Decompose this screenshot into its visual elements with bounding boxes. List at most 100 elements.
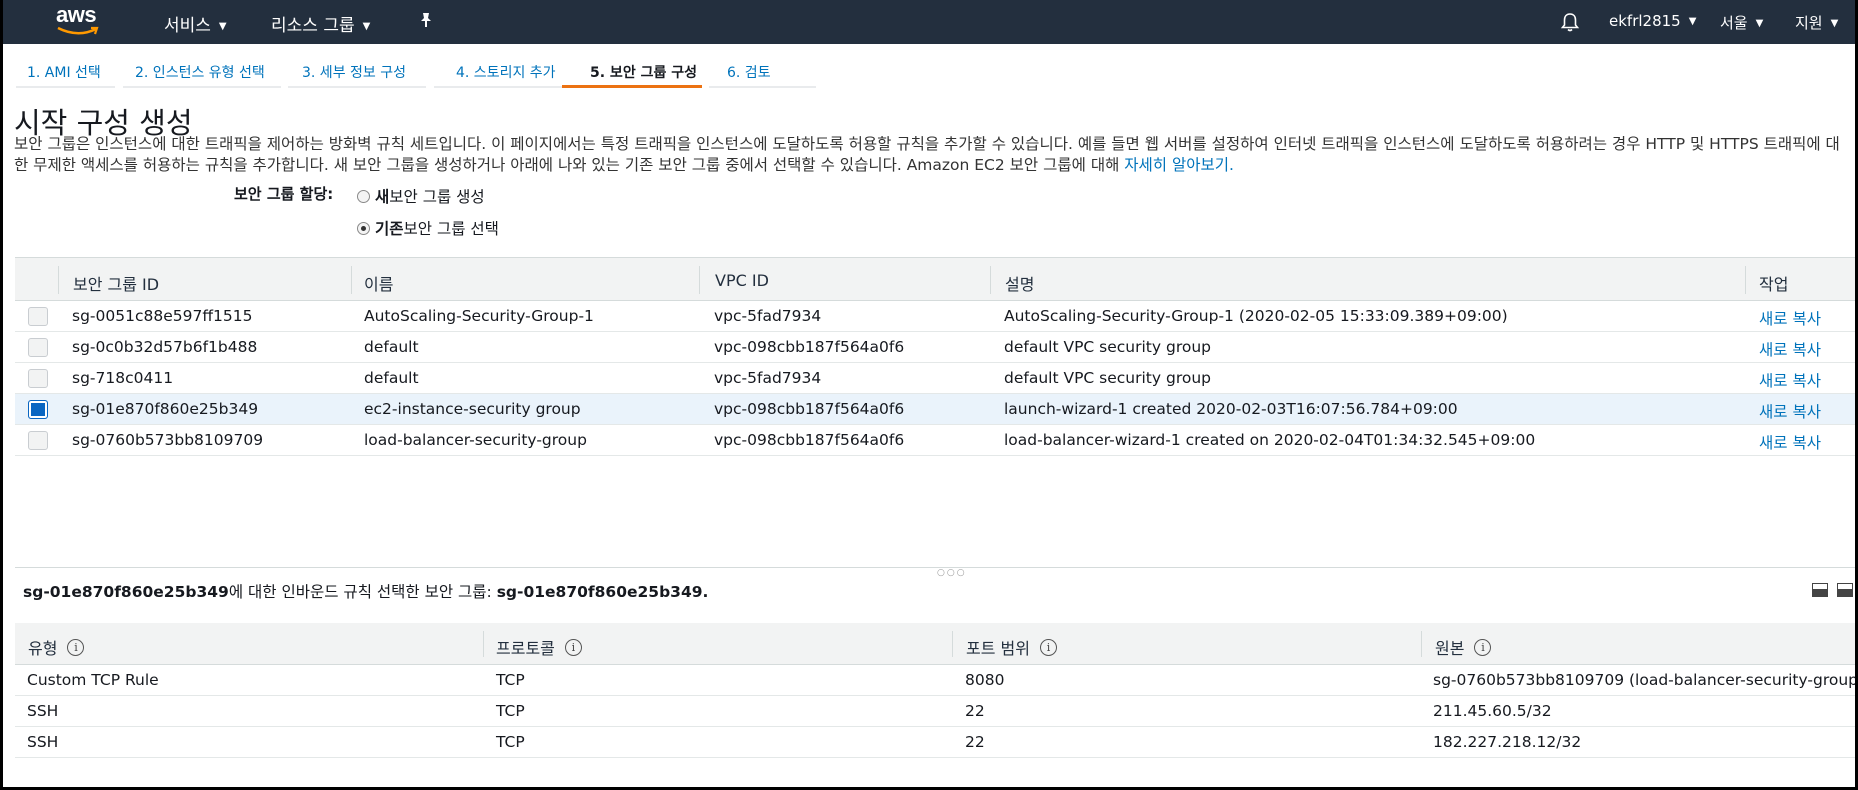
rule-protocol-cell: TCP <box>496 702 525 720</box>
option-new-bold: 새 <box>375 188 390 206</box>
copy-to-new-link[interactable]: 새로 복사 <box>1759 369 1821 391</box>
copy-to-new-link[interactable]: 새로 복사 <box>1759 338 1821 360</box>
chevron-down-icon: ▼ <box>362 21 371 32</box>
panel-splitter[interactable] <box>15 567 1855 568</box>
copy-to-new-link[interactable]: 새로 복사 <box>1759 431 1821 453</box>
description-cell: default VPC security group <box>1004 338 1211 356</box>
chevron-down-icon: ▼ <box>1688 16 1697 27</box>
group-name-cell: default <box>364 338 419 356</box>
rule-port-cell: 22 <box>965 702 985 720</box>
pin-icon[interactable] <box>417 11 435 29</box>
copy-to-new-link[interactable]: 새로 복사 <box>1759 400 1821 422</box>
row-checkbox[interactable] <box>28 338 48 357</box>
inbound-selected-sg-id: sg-01e870f860e25b349. <box>496 583 709 601</box>
aws-logo[interactable]: aws <box>56 4 104 38</box>
resource-groups-label: 리소스 그룹 <box>271 16 355 36</box>
security-groups-table: 보안 그룹 ID 이름 VPC ID 설명 작업 sg-0051c88e597f… <box>15 257 1855 456</box>
group-id-cell: sg-0760b573bb8109709 <box>72 431 264 449</box>
column-divider <box>699 266 700 294</box>
column-header-actions: 작업 <box>1759 275 1789 294</box>
resource-groups-menu[interactable]: 리소스 그룹 ▼ <box>271 11 370 36</box>
support-menu[interactable]: 지원 ▼ <box>1795 12 1838 33</box>
group-name-cell: AutoScaling-Security-Group-1 <box>364 307 594 325</box>
description-text: 보안 그룹은 인스턴스에 대한 트래픽을 제어하는 방화벽 규칙 세트입니다. … <box>14 135 1840 174</box>
aws-logo-text: aws <box>56 2 97 27</box>
rule-port-cell: 8080 <box>965 671 1005 689</box>
inbound-rules-title: sg-01e870f860e25b349에 대한 인바운드 규칙 선택한 보안 … <box>23 580 708 602</box>
minimize-panel-icon[interactable] <box>1812 583 1828 597</box>
column-header-protocol-label: 프로토콜 <box>496 639 555 658</box>
tab-configure-security-group[interactable]: 5. 보안 그룹 구성 <box>562 54 702 88</box>
radio-button-checked[interactable] <box>357 221 370 235</box>
radio-select-existing-security-group[interactable]: 기존 보안 그룹 선택 <box>357 217 499 239</box>
column-header-vpc-id[interactable]: VPC ID <box>715 271 769 290</box>
table-header: 보안 그룹 ID 이름 VPC ID 설명 작업 <box>15 257 1855 301</box>
group-name-cell: load-balancer-security-group <box>364 431 587 449</box>
services-menu[interactable]: 서비스 ▼ <box>164 11 227 36</box>
column-header-description[interactable]: 설명 <box>1005 271 1034 295</box>
info-icon[interactable]: i <box>564 638 582 656</box>
chevron-down-icon: ▼ <box>1755 18 1764 29</box>
row-checkbox-checked[interactable] <box>28 400 48 419</box>
rules-table-header: 유형 i 프로토콜 i 포트 범위 i 원본 i <box>15 623 1855 665</box>
info-icon[interactable]: i <box>1039 638 1057 656</box>
bell-icon[interactable] <box>1559 11 1581 33</box>
table-row-selected[interactable]: sg-01e870f860e25b349 ec2-instance-securi… <box>15 394 1855 425</box>
support-label: 지원 <box>1795 14 1823 32</box>
rule-protocol-cell: TCP <box>496 671 525 689</box>
description-cell: default VPC security group <box>1004 369 1211 387</box>
inbound-middle-text: 에 대한 인바운드 규칙 선택한 보안 그룹: <box>228 583 497 601</box>
maximize-panel-icon[interactable] <box>1837 583 1853 597</box>
description-cell: launch-wizard-1 created 2020-02-03T16:07… <box>1004 400 1458 418</box>
copy-to-new-link[interactable]: 새로 복사 <box>1759 307 1821 329</box>
rule-type-cell: SSH <box>27 702 59 720</box>
tab-review[interactable]: 6. 검토 <box>709 54 816 88</box>
inbound-rules-table: 유형 i 프로토콜 i 포트 범위 i 원본 i Custom TCP Rule TCP… <box>15 623 1858 758</box>
table-row[interactable]: sg-718c0411 default vpc-5fad7934 default… <box>15 363 1855 394</box>
rule-port-cell: 22 <box>965 733 985 751</box>
table-row[interactable]: sg-0760b573bb8109709 load-balancer-secur… <box>15 425 1855 456</box>
drag-handle-icon[interactable]: ○○○ <box>937 568 967 578</box>
rule-source-cell: sg-0760b573bb8109709 (load-balancer-secu… <box>1433 671 1858 689</box>
option-new-label: 보안 그룹 생성 <box>389 188 485 206</box>
group-id-cell: sg-0c0b32d57b6f1b488 <box>72 338 258 356</box>
security-group-assign-label: 보안 그룹 할당: <box>234 185 334 203</box>
column-header-source: 원본 i <box>1435 635 1492 659</box>
column-header-source-label: 원본 <box>1435 639 1465 658</box>
rule-type-cell: Custom TCP Rule <box>27 671 159 689</box>
tab-choose-ami[interactable]: 1. AMI 선택 <box>16 54 115 88</box>
row-checkbox[interactable] <box>28 431 48 450</box>
inbound-sg-id: sg-01e870f860e25b349 <box>23 583 229 601</box>
column-header-name[interactable]: 이름 <box>364 271 393 295</box>
row-checkbox[interactable] <box>28 369 48 388</box>
column-divider <box>351 266 352 294</box>
rule-row: Custom TCP Rule TCP 8080 sg-0760b573bb81… <box>15 665 1858 696</box>
row-checkbox[interactable] <box>28 307 48 326</box>
table-row[interactable]: sg-0c0b32d57b6f1b488 default vpc-098cbb1… <box>15 332 1855 363</box>
column-divider <box>952 631 953 657</box>
description-cell: AutoScaling-Security-Group-1 (2020-02-05… <box>1004 307 1508 325</box>
account-menu[interactable]: ekfrl2815 ▼ <box>1609 12 1696 30</box>
description-cell: load-balancer-wizard-1 created on 2020-0… <box>1004 431 1536 449</box>
info-icon[interactable]: i <box>67 638 85 656</box>
column-header-group-id[interactable]: 보안 그룹 ID <box>73 271 159 295</box>
tab-choose-instance-type[interactable]: 2. 인스턴스 유형 선택 <box>123 54 281 88</box>
radio-button[interactable] <box>357 189 370 203</box>
rule-row: SSH TCP 22 182.227.218.12/32 <box>15 727 1855 758</box>
group-name-cell: default <box>364 369 419 387</box>
tab-configure-details[interactable]: 3. 세부 정보 구성 <box>288 54 426 88</box>
vpc-id-cell: vpc-098cbb187f564a0f6 <box>714 400 905 418</box>
group-id-cell: sg-01e870f860e25b349 <box>72 400 259 418</box>
vpc-id-cell: vpc-098cbb187f564a0f6 <box>714 338 905 356</box>
tab-add-storage[interactable]: 4. 스토리지 추가 <box>434 54 565 88</box>
region-menu[interactable]: 서울 ▼ <box>1720 12 1763 33</box>
learn-more-link[interactable]: 자세히 알아보기. <box>1124 156 1234 174</box>
info-icon[interactable]: i <box>1474 638 1492 656</box>
chevron-down-icon: ▼ <box>1830 18 1839 29</box>
column-header-type: 유형 i <box>28 635 85 659</box>
column-divider <box>990 266 991 294</box>
radio-create-new-security-group[interactable]: 새 보안 그룹 생성 <box>357 185 485 207</box>
table-row[interactable]: sg-0051c88e597ff1515 AutoScaling-Securit… <box>15 301 1855 332</box>
aws-smile-icon <box>57 26 99 35</box>
rule-type-cell: SSH <box>27 733 59 751</box>
